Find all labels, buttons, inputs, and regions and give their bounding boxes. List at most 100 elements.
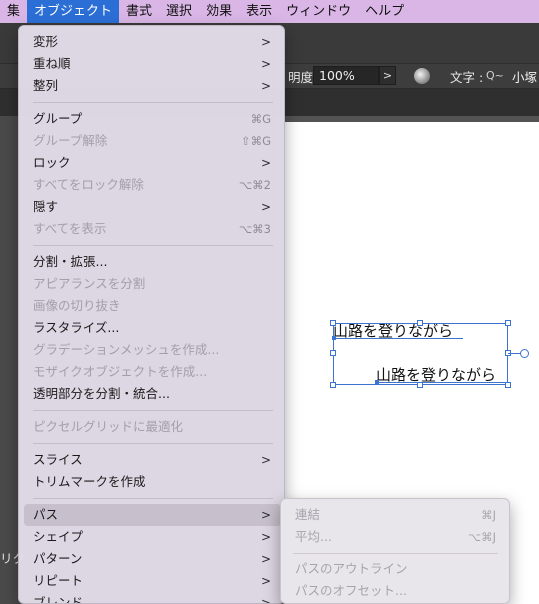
- menu-item-label: グラデーションメッシュを作成...: [33, 342, 220, 357]
- menu-item-label: パターン: [33, 551, 83, 566]
- menu-separator: [33, 410, 273, 411]
- menu-object[interactable]: オブジェクト: [27, 0, 120, 23]
- chevron-right-icon: >: [260, 574, 271, 588]
- menu-item-lock[interactable]: ロック >: [24, 152, 281, 174]
- resize-handle-br[interactable]: [505, 382, 511, 388]
- menu-item-mosaic[interactable]: モザイクオブジェクトを作成...: [24, 361, 281, 383]
- shortcut-label: ⌘J: [481, 508, 496, 522]
- font-search-icon[interactable]: Q~: [486, 66, 510, 85]
- menu-window[interactable]: ウィンドウ: [279, 0, 358, 23]
- shortcut-label: ⇧⌘G: [240, 134, 271, 148]
- menu-item-flatten-transparency[interactable]: 透明部分を分割・統合...: [24, 383, 281, 405]
- menu-item-gradient-mesh[interactable]: グラデーションメッシュを作成...: [24, 339, 281, 361]
- shortcut-label: ⌥⌘2: [238, 178, 271, 192]
- menu-item-repeat[interactable]: リピート >: [24, 570, 281, 592]
- menu-item-label: ロック: [33, 155, 71, 170]
- font-name-field[interactable]: 小塚: [512, 67, 539, 86]
- menu-item-label: モザイクオブジェクトを作成...: [33, 364, 208, 379]
- resize-handle-t[interactable]: [417, 320, 423, 326]
- resize-handle-b[interactable]: [417, 382, 423, 388]
- resize-handle-tl[interactable]: [330, 320, 336, 326]
- text-out-port[interactable]: [520, 349, 529, 358]
- menu-item-label: 分割・拡張...: [33, 254, 108, 269]
- menu-item-label: トリムマークを作成: [33, 474, 146, 489]
- submenu-item-label: 連結: [295, 507, 321, 522]
- chevron-right-icon: >: [260, 596, 271, 604]
- menu-item-show-all[interactable]: すべてを表示 ⌥⌘3: [24, 218, 281, 240]
- submenu-item-join[interactable]: 連結 ⌘J: [286, 504, 506, 526]
- submenu-item-outline-stroke[interactable]: パスのアウトライン: [286, 558, 506, 580]
- menu-effect[interactable]: 効果: [199, 0, 239, 23]
- recolor-globe-icon[interactable]: [414, 68, 430, 84]
- menu-item-label: パス: [33, 507, 59, 522]
- menu-item-label: 重ね順: [33, 56, 71, 71]
- shortcut-label: ⌘G: [250, 112, 271, 126]
- chevron-right-icon: >: [260, 200, 271, 214]
- tools-panel: [0, 116, 20, 604]
- shortcut-label: ⌥⌘3: [238, 222, 271, 236]
- resize-handle-l[interactable]: [330, 350, 336, 356]
- resize-handle-bl[interactable]: [330, 382, 336, 388]
- menu-item-label: シェイプ: [33, 529, 84, 544]
- opacity-input[interactable]: 100%: [313, 66, 379, 85]
- menu-select[interactable]: 選択: [159, 0, 199, 23]
- menu-type[interactable]: 書式: [119, 0, 159, 23]
- menu-item-blend[interactable]: ブレンド >: [24, 592, 281, 604]
- chevron-right-icon: >: [260, 35, 271, 49]
- shortcut-label: ⌥⌘J: [467, 530, 496, 544]
- menu-item-hide[interactable]: 隠す >: [24, 196, 281, 218]
- menu-item-ungroup[interactable]: グループ解除 ⇧⌘G: [24, 130, 281, 152]
- menu-separator: [33, 245, 273, 246]
- menu-item-label: リピート: [33, 573, 84, 588]
- resize-handle-tr[interactable]: [505, 320, 511, 326]
- object-menu-dropdown: 変形 > 重ね順 > 整列 > グループ ⌘G グループ解除 ⇧⌘G ロック > すべてをロ…: [18, 25, 285, 604]
- menu-view[interactable]: 表示: [239, 0, 279, 23]
- menu-item-label: 画像の切り抜き: [33, 298, 121, 313]
- chevron-right-icon: >: [260, 57, 271, 71]
- menu-item-crop-image[interactable]: 画像の切り抜き: [24, 295, 281, 317]
- menu-item-label: 隠す: [33, 199, 59, 214]
- chevron-right-icon: >: [260, 453, 271, 467]
- chevron-right-icon: >: [260, 530, 271, 544]
- menu-help[interactable]: ヘルプ: [358, 0, 411, 23]
- menu-item-shape[interactable]: シェイプ >: [24, 526, 281, 548]
- menu-item-group[interactable]: グループ ⌘G: [24, 108, 281, 130]
- menu-edit[interactable]: 集: [0, 0, 27, 23]
- menu-item-label: 透明部分を分割・統合...: [33, 386, 170, 401]
- menu-item-label: スライス: [33, 452, 83, 467]
- menu-item-trim-marks[interactable]: トリムマークを作成: [24, 471, 281, 493]
- character-label[interactable]: 文字 :: [450, 67, 483, 86]
- menu-item-align[interactable]: 整列 >: [24, 75, 281, 97]
- menu-item-unlock-all[interactable]: すべてをロック解除 ⌥⌘2: [24, 174, 281, 196]
- menu-bar: 集 オブジェクト 書式 選択 効果 表示 ウィンドウ ヘルプ: [0, 0, 539, 23]
- submenu-item-label: パスのオフセット...: [295, 583, 407, 598]
- menu-item-arrange[interactable]: 重ね順 >: [24, 53, 281, 75]
- menu-item-label: グループ解除: [33, 133, 108, 148]
- menu-item-label: 整列: [33, 78, 59, 93]
- menu-item-expand[interactable]: 分割・拡張...: [24, 251, 281, 273]
- submenu-item-average[interactable]: 平均... ⌥⌘J: [286, 526, 506, 548]
- menu-item-label: グループ: [33, 111, 83, 126]
- menu-separator: [33, 102, 273, 103]
- menu-item-pixel-grid[interactable]: ピクセルグリッドに最適化: [24, 416, 281, 438]
- menu-item-label: すべてを表示: [33, 221, 107, 236]
- chevron-right-icon: >: [260, 79, 271, 93]
- menu-item-transform[interactable]: 変形 >: [24, 31, 281, 53]
- chevron-right-icon: >: [260, 156, 271, 170]
- opacity-dropdown-button[interactable]: >: [379, 66, 396, 85]
- selection-bounding-box[interactable]: [333, 323, 508, 385]
- path-submenu: 連結 ⌘J 平均... ⌥⌘J パスのアウトライン パスのオフセット...: [280, 498, 510, 604]
- menu-item-label: ピクセルグリッドに最適化: [33, 419, 184, 434]
- menu-item-pattern[interactable]: パターン >: [24, 548, 281, 570]
- menu-separator: [33, 443, 273, 444]
- menu-separator: [293, 553, 498, 554]
- menu-item-label: すべてをロック解除: [33, 177, 144, 192]
- menu-item-expand-appearance[interactable]: アピアランスを分割: [24, 273, 281, 295]
- menu-item-slice[interactable]: スライス >: [24, 449, 281, 471]
- menu-item-rasterize[interactable]: ラスタライズ...: [24, 317, 281, 339]
- chevron-right-icon: >: [260, 508, 271, 522]
- submenu-item-label: パスのアウトライン: [295, 561, 408, 576]
- menu-item-path[interactable]: パス >: [24, 504, 281, 526]
- submenu-item-label: 平均...: [295, 529, 332, 544]
- submenu-item-offset-path[interactable]: パスのオフセット...: [286, 580, 506, 602]
